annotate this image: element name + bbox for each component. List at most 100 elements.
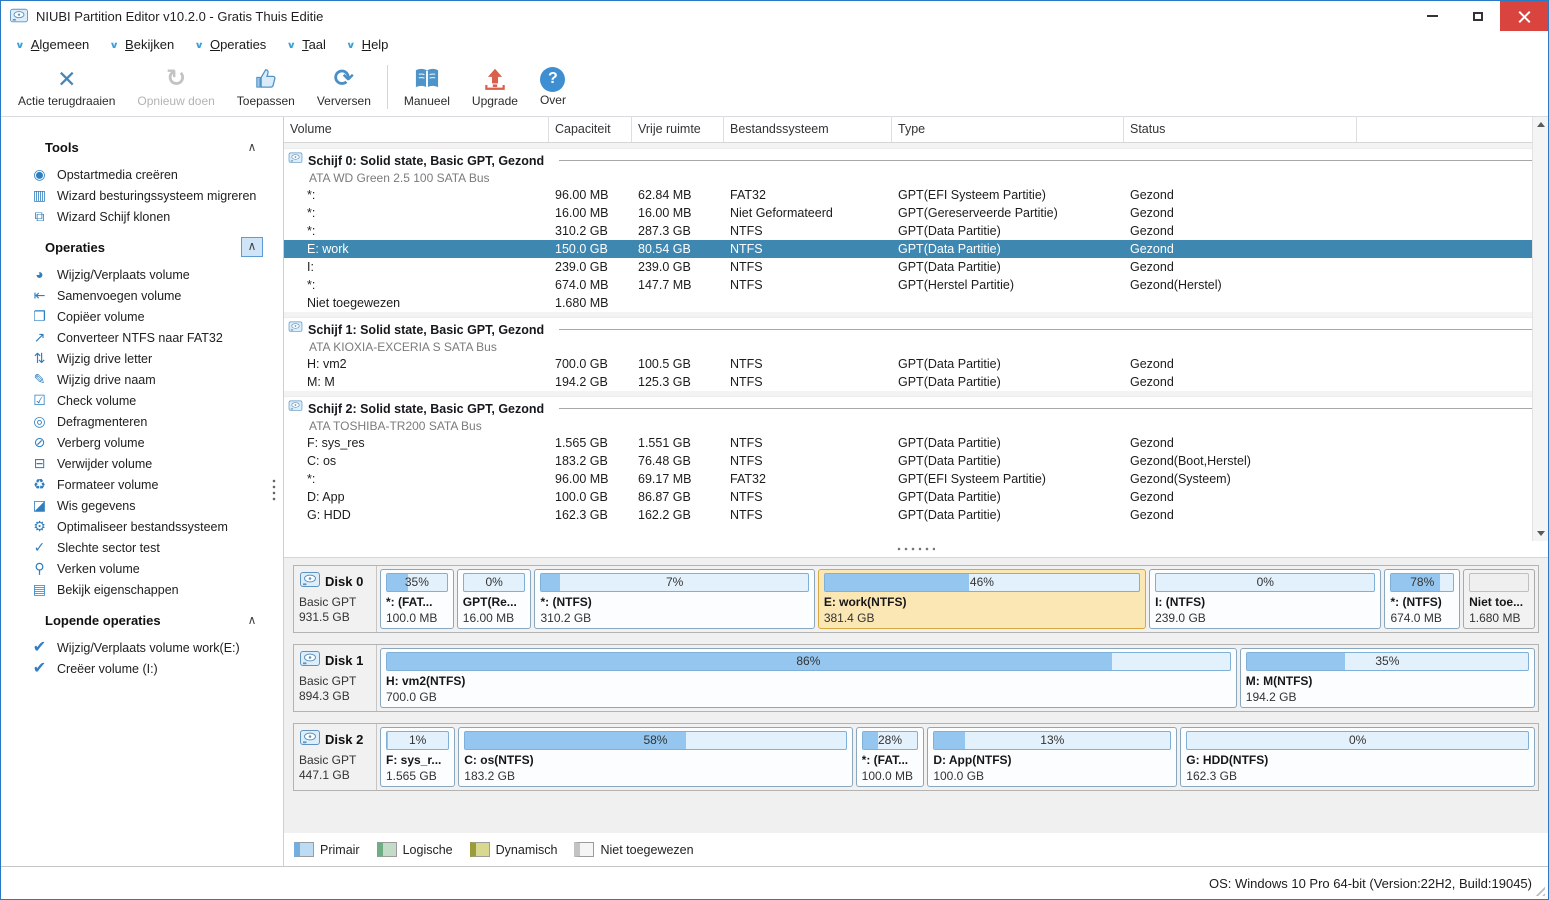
menu-item-taal[interactable]: ∨Taal: [286, 37, 326, 52]
refresh-button[interactable]: ⟳Verversen: [306, 58, 382, 116]
sidebar-item[interactable]: ⚲Verken volume: [1, 558, 283, 579]
sidebar-item[interactable]: ☑Check volume: [1, 390, 283, 411]
sidebar-item[interactable]: ▤Bekijk eigenschappen: [1, 579, 283, 600]
sidebar-item[interactable]: ♻Formateer volume: [1, 474, 283, 495]
volume-row[interactable]: *:96.00 MB62.84 MBFAT32GPT(EFI Systeem P…: [284, 186, 1548, 204]
volume-row[interactable]: C: os183.2 GB76.48 GBNTFSGPT(Data Partit…: [284, 452, 1548, 470]
disk-info[interactable]: Disk 1Basic GPT894.3 GB: [294, 645, 377, 711]
volume-row[interactable]: I:239.0 GB239.0 GBNTFSGPT(Data Partitie)…: [284, 258, 1548, 276]
volume-row[interactable]: H: vm2700.0 GB100.5 GBNTFSGPT(Data Parti…: [284, 355, 1548, 373]
upgrade-button[interactable]: Upgrade: [461, 58, 529, 116]
column-header[interactable]: Volume: [284, 117, 549, 142]
menu-item-algemeen[interactable]: ∨Algemeen: [15, 37, 89, 52]
vertical-scrollbar[interactable]: [1532, 117, 1548, 541]
sidebar-item[interactable]: ⧉Wizard Schijf klonen: [1, 206, 283, 227]
sidebar-item[interactable]: ◕Wijzig/Verplaats volume: [1, 264, 283, 285]
scroll-down-icon[interactable]: [1537, 531, 1545, 536]
partition-block[interactable]: 13%D: App(NTFS)100.0 GB: [927, 727, 1177, 787]
partition-block[interactable]: 0%G: HDD(NTFS)162.3 GB: [1180, 727, 1535, 787]
volume-row[interactable]: *:96.00 MB69.17 MBFAT32GPT(EFI Systeem P…: [284, 470, 1548, 488]
column-header[interactable]: Bestandssysteem: [724, 117, 892, 142]
cell-volume: *:: [284, 470, 549, 488]
partition-block[interactable]: 28%*: (FAT...100.0 MB: [856, 727, 925, 787]
partition-size: 100.0 GB: [933, 769, 1171, 783]
sidebar-item[interactable]: ↗Converteer NTFS naar FAT32: [1, 327, 283, 348]
volume-row[interactable]: *:310.2 GB287.3 GBNTFSGPT(Data Partitie)…: [284, 222, 1548, 240]
disk-info[interactable]: Disk 2Basic GPT447.1 GB: [294, 724, 377, 790]
collapse-chevron-icon[interactable]: ∧: [241, 610, 263, 630]
cell-status: Gezond: [1124, 240, 1357, 258]
apply-button[interactable]: Toepassen: [226, 58, 306, 116]
minimize-button[interactable]: [1410, 1, 1455, 31]
partition-size: 162.3 GB: [1186, 769, 1529, 783]
sidebar-item[interactable]: ◎Defragmenteren: [1, 411, 283, 432]
partition-size: 239.0 GB: [1155, 611, 1375, 625]
manual-button[interactable]: Manueel: [393, 58, 461, 116]
sidebar-item[interactable]: ✔Creëer volume (I:): [1, 658, 283, 679]
cell-capacity: 183.2 GB: [549, 452, 632, 470]
sidebar-item[interactable]: ◪Wis gegevens: [1, 495, 283, 516]
cell-volume: E: work: [284, 240, 549, 258]
sidebar-item[interactable]: ⇤Samenvoegen volume: [1, 285, 283, 306]
volume-row[interactable]: F: sys_res1.565 GB1.551 GBNTFSGPT(Data P…: [284, 434, 1548, 452]
disk-group-subtitle: ATA KIOXIA-EXCERIA S SATA Bus: [288, 340, 1544, 354]
partition-label: M: M(NTFS): [1246, 674, 1529, 688]
menu-item-operaties[interactable]: ∨Operaties: [194, 37, 266, 52]
partition-label: *: (NTFS): [540, 595, 808, 609]
cell-type: [892, 294, 1124, 312]
volume-row[interactable]: *:16.00 MB16.00 MBNiet GeformateerdGPT(G…: [284, 204, 1548, 222]
resize-grip[interactable]: [1532, 883, 1545, 896]
sidebar-item[interactable]: ▥Wizard besturingssysteem migreren: [1, 185, 283, 206]
sidebar-item[interactable]: ⚙Optimaliseer bestandssysteem: [1, 516, 283, 537]
sidebar-item[interactable]: ✎Wijzig drive naam: [1, 369, 283, 390]
undo-button[interactable]: ✕Actie terugdraaien: [7, 58, 126, 116]
volume-row[interactable]: E: work150.0 GB80.54 GBNTFSGPT(Data Part…: [284, 240, 1548, 258]
disk-size: 447.1 GB: [299, 768, 372, 783]
volume-row[interactable]: M: M194.2 GB125.3 GBNTFSGPT(Data Partiti…: [284, 373, 1548, 391]
partition-block[interactable]: 0%GPT(Re...16.00 MB: [457, 569, 532, 629]
sidebar-item[interactable]: ✔Wijzig/Verplaats volume work(E:): [1, 637, 283, 658]
column-header[interactable]: Type: [892, 117, 1124, 142]
partition-block[interactable]: 7%*: (NTFS)310.2 GB: [534, 569, 814, 629]
maximize-button[interactable]: [1455, 1, 1500, 31]
scroll-up-icon[interactable]: [1537, 122, 1545, 127]
table-diskmap-splitter[interactable]: [284, 541, 1548, 558]
sidebar-item[interactable]: ⊟Verwijder volume: [1, 453, 283, 474]
column-header[interactable]: Status: [1124, 117, 1357, 142]
migrate-os-icon: ▥: [31, 188, 48, 203]
menu-item-bekijken[interactable]: ∨Bekijken: [109, 37, 174, 52]
partition-block[interactable]: 0%I: (NTFS)239.0 GB: [1149, 569, 1381, 629]
volume-row[interactable]: G: HDD162.3 GB162.2 GBNTFSGPT(Data Parti…: [284, 506, 1548, 524]
column-header[interactable]: Capaciteit: [549, 117, 632, 142]
volume-row[interactable]: Niet toegewezen1.680 MB: [284, 294, 1548, 312]
about-button[interactable]: ?Over: [529, 58, 577, 116]
partition-block[interactable]: 1%F: sys_r...1.565 GB: [380, 727, 455, 787]
partition-block[interactable]: 35%M: M(NTFS)194.2 GB: [1240, 648, 1535, 708]
redo-button[interactable]: ↻Opnieuw doen: [126, 58, 225, 116]
menu-item-help[interactable]: ∨Help: [346, 37, 389, 52]
cell-filesystem: NTFS: [724, 355, 892, 373]
unallocated-block[interactable]: Niet toe...1.680 MB: [1463, 569, 1535, 629]
partition-block[interactable]: 78%*: (NTFS)674.0 MB: [1384, 569, 1460, 629]
cell-free-space: 162.2 GB: [632, 506, 724, 524]
cell-type: GPT(EFI Systeem Partitie): [892, 186, 1124, 204]
sidebar-splitter-handle[interactable]: [272, 479, 276, 503]
sidebar-item[interactable]: ❐Copiëer volume: [1, 306, 283, 327]
disk-info[interactable]: Disk 0Basic GPT931.5 GB: [294, 566, 377, 632]
collapse-chevron-icon[interactable]: ∧: [241, 137, 263, 157]
legend-swatch: [377, 842, 397, 857]
partition-block[interactable]: 46%E: work(NTFS)381.4 GB: [818, 569, 1146, 629]
collapse-chevron-icon[interactable]: ∧: [241, 237, 263, 257]
close-button[interactable]: [1500, 1, 1548, 31]
sidebar-item[interactable]: ✓Slechte sector test: [1, 537, 283, 558]
sidebar-item[interactable]: ⇅Wijzig drive letter: [1, 348, 283, 369]
volume-row[interactable]: *:674.0 MB147.7 MBNTFSGPT(Herstel Partit…: [284, 276, 1548, 294]
partition-block[interactable]: 86%H: vm2(NTFS)700.0 GB: [380, 648, 1237, 708]
sidebar-item[interactable]: ◉Opstartmedia creëren: [1, 164, 283, 185]
column-header[interactable]: Vrije ruimte: [632, 117, 724, 142]
sidebar-item[interactable]: ⊘Verberg volume: [1, 432, 283, 453]
cell-filesystem: Niet Geformateerd: [724, 204, 892, 222]
volume-row[interactable]: D: App100.0 GB86.87 GBNTFSGPT(Data Parti…: [284, 488, 1548, 506]
partition-block[interactable]: 35%*: (FAT...100.0 MB: [380, 569, 454, 629]
partition-block[interactable]: 58%C: os(NTFS)183.2 GB: [458, 727, 852, 787]
